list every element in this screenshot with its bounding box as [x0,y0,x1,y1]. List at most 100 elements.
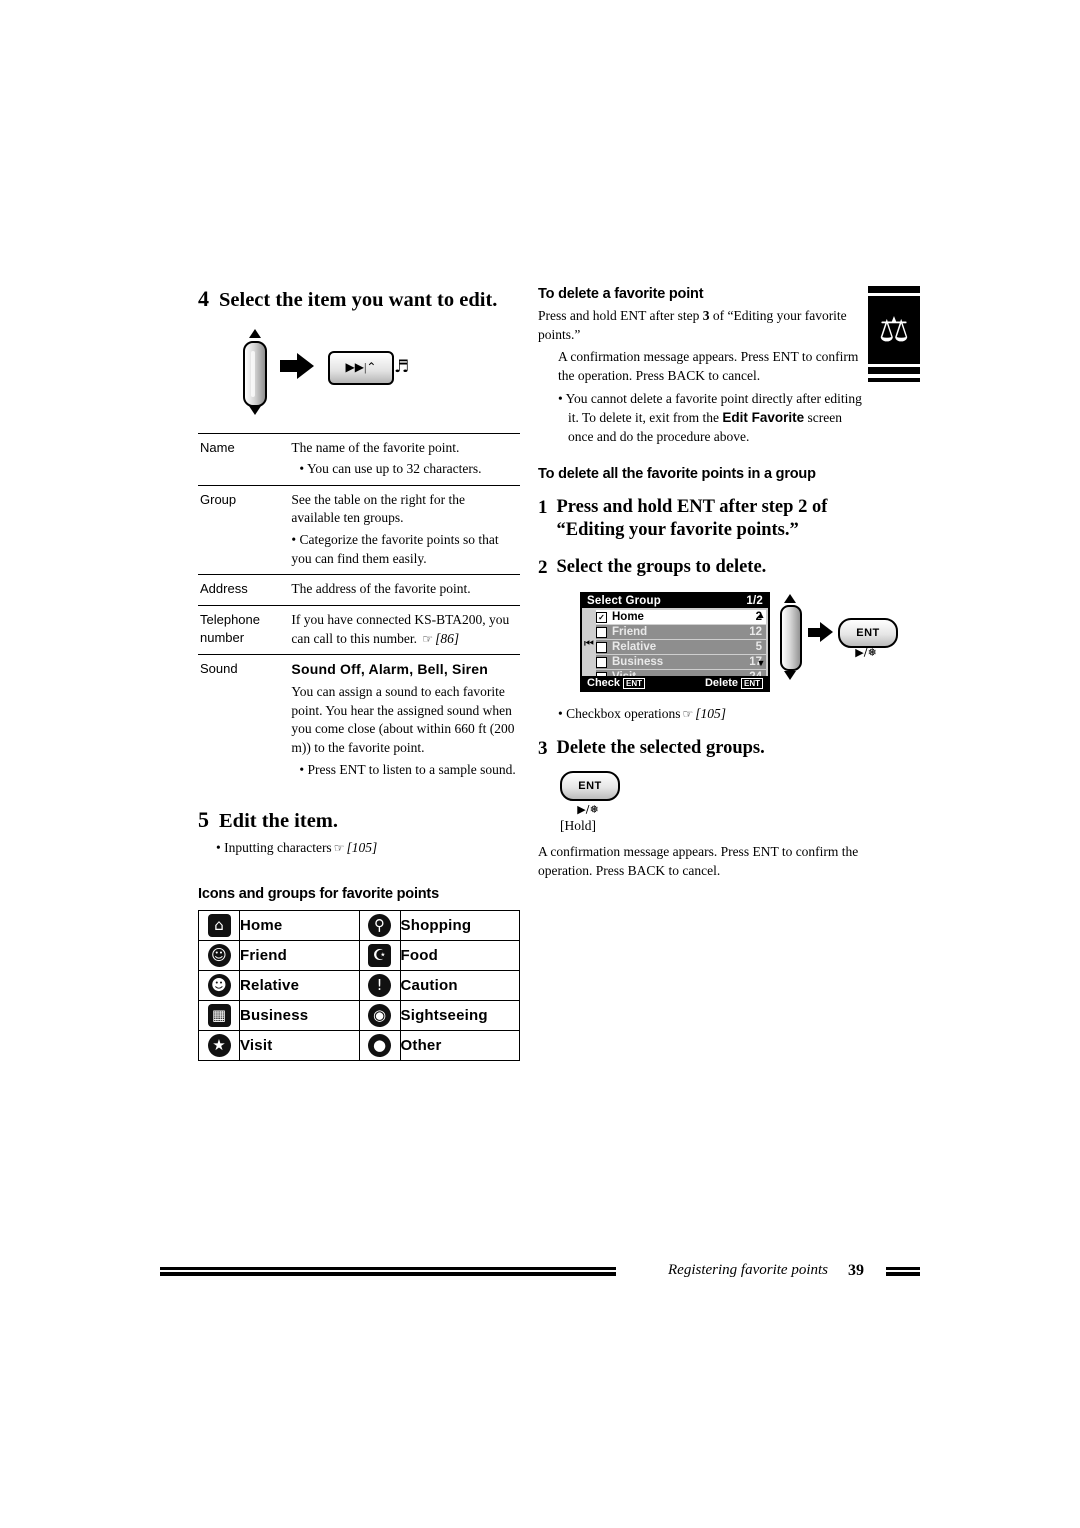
ent-button-hold-label: ENT [578,780,602,792]
business-icon-cell: ▦ [198,999,240,1031]
caution-icon-cell: ! [358,969,401,1001]
edit-favorite-keyword: Edit Favorite [722,409,805,425]
delete-group-step-3: 3 Delete the selected groups. [538,737,868,761]
hold-label: [Hold] [560,818,596,833]
list-item[interactable]: Business 17 [596,655,766,670]
check-action[interactable]: Check ENT [587,677,646,689]
term-name: Name [198,432,290,486]
select-group-illustration: Select Group 1/2 ✓ Home 2 Friend 12 Rela… [538,592,898,702]
sightseeing-icon: ◉ [368,1003,391,1027]
scroll-down-icon[interactable]: ▼ [756,658,766,668]
desc-group: See the table on the right for the avail… [289,484,520,575]
page: ⚖ 4 Select the item you want to edit. ▶▶… [0,0,1080,1528]
group-label-business: Business [239,999,360,1031]
delete-point-step-ref: 3 [702,308,710,323]
step-1-text-b: of [811,497,828,518]
next-track-button: ▶▶|⌃ [328,350,394,385]
group-label-friend: Friend [239,939,360,971]
checkbox-relative[interactable] [596,641,607,653]
delete-favorite-point-heading: To delete a favorite point [538,286,704,302]
checkbox-home[interactable]: ✓ [596,611,607,623]
scroll-up-icon[interactable]: ▲ [756,610,766,620]
group-label-other: Other [399,1029,520,1061]
scrollbar[interactable]: ▲ ▼ [756,610,766,668]
step-1-text: Press and hold ENT after step 2 of “Edit… [557,496,869,542]
delete-point-intro-a: Press and hold ENT after step [538,308,700,323]
ent-button-hold-sublabel: ▶/❅ [577,803,599,816]
food-icon: ☪ [368,943,391,967]
checkbox-business[interactable] [596,656,607,668]
joystick-icon-small [776,594,802,681]
visit-icon-cell: ★ [198,1029,240,1061]
checkbox-operations-text: Checkbox operations [566,706,681,722]
page-number: 39 [848,1262,864,1279]
group-label-caution: Caution [399,969,520,1001]
previous-track-icon[interactable]: ⏮ [584,638,594,651]
joystick-icon [238,328,268,415]
checkbox-friend[interactable] [596,626,607,638]
step-2-text: Select the groups to delete. [556,557,767,578]
joystick-body-small [780,605,802,672]
step-5-heading: 5 Edit the item. [198,807,520,834]
table-row: ☺ Friend ☪ Food [198,939,520,971]
relative-icon: ☻ [207,973,231,997]
sound-options: Sound Off, Alarm, Bell, Siren [291,661,489,678]
group-label-shopping: Shopping [399,909,520,941]
ent-button-label: ENT [856,627,880,640]
group-name-friend: Friend [612,626,648,639]
table-row: ☻ Relative ! Caution [198,969,520,1001]
desc-sound-bullet: Press ENT to listen to a sample sound. [291,761,516,780]
step-5-bullet-text: Inputting characters [224,839,332,855]
step-4-heading: 4 Select the item you want to edit. [198,286,520,313]
table-row: Telephone number If you have connected K… [198,604,520,655]
joystick-up-arrow-small [784,594,796,604]
step-4-illustration: ▶▶|⌃ ♬ [216,323,520,427]
step-1-text-c: “Editing your favorite points.” [556,520,799,541]
term-address: Address [198,574,290,606]
footer-rule-left [160,1267,616,1276]
ent-button-sublabel: ▶/❅ [855,646,877,660]
table-row: ▦ Business ◉ Sightseeing [198,999,520,1031]
arrow-right-icon [280,352,314,379]
delete-action[interactable]: Delete ENT [705,677,763,689]
step-1-number: 1 [538,497,548,519]
joystick-body [243,340,267,407]
home-icon: ⌂ [207,913,231,937]
term-group: Group [198,484,290,575]
desc-group-extra: Categorize the favorite points so that y… [291,531,516,568]
delete-point-note: You cannot delete a favorite point direc… [538,389,868,446]
select-group-screen: Select Group 1/2 ✓ Home 2 Friend 12 Rela… [580,592,770,693]
group-label-relative: Relative [239,969,360,1001]
group-label-food: Food [399,939,520,971]
friend-icon-cell: ☺ [198,939,240,971]
step-4-number: 4 [198,286,209,311]
checkbox-operations-note: Checkbox operations [105] [538,704,868,723]
step-1-step-ref: 2 [798,497,808,518]
ornament-bar-bottom [868,378,920,382]
term-telephone: Telephone number [198,604,290,655]
ornament-bar-top [868,286,920,293]
select-group-title: Select Group [587,595,661,608]
list-item[interactable]: Relative 5 [596,640,766,655]
relative-icon-cell: ☻ [198,969,240,1001]
step-4-title: Select the item you want to edit. [219,289,498,311]
group-name-home: Home [612,611,644,624]
step-5-ref: [105] [346,839,378,855]
select-group-list: ✓ Home 2 Friend 12 Relative 5 Business 1… [582,608,768,685]
desc-name-text: The name of the favorite point. [291,439,460,455]
step-2-number: 2 [538,557,548,579]
select-group-footer: Check ENT Delete ENT [582,676,768,691]
delete-group-step-1: 1 Press and hold ENT after step 2 of “Ed… [538,496,868,542]
ornament-bar-mid [868,367,920,374]
list-item[interactable]: ✓ Home 2 [596,610,766,625]
desc-group-text: See the table on the right for the avail… [291,491,465,526]
food-icon-cell: ☪ [358,939,401,971]
list-item[interactable]: Friend 12 [596,625,766,640]
step-5-number: 5 [198,807,209,833]
table-row: ⌂ Home ⚲ Shopping [198,909,520,941]
select-group-titlebar: Select Group 1/2 [582,594,768,609]
next-track-glyph: ▶▶|⌃ [345,360,377,375]
business-icon: ▦ [207,1003,231,1027]
sightseeing-icon-cell: ◉ [358,999,401,1031]
caution-icon: ! [368,973,391,997]
